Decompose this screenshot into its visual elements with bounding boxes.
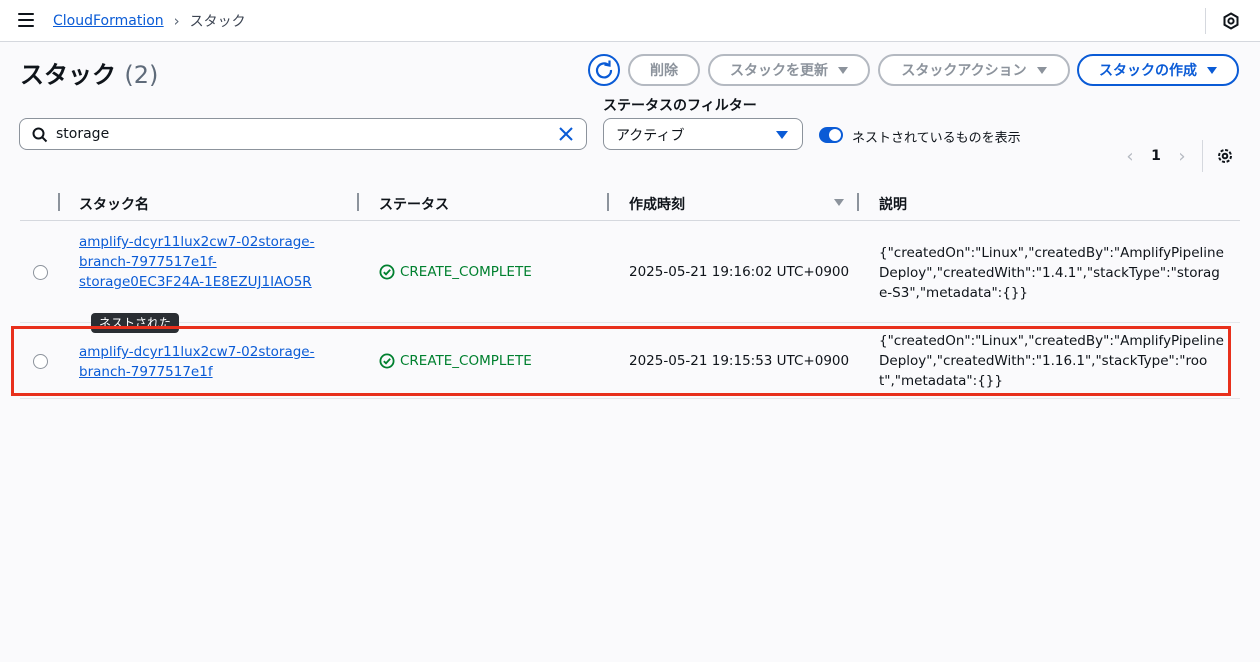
status-filter-value: アクティブ bbox=[616, 128, 685, 144]
pagination: ‹ 1 › bbox=[1120, 145, 1192, 167]
page-title: スタック (2) bbox=[20, 55, 158, 90]
menu-icon[interactable] bbox=[18, 13, 34, 27]
check-circle-icon bbox=[379, 353, 395, 369]
table-header: スタック名 ステータス 作成時刻 説明 bbox=[20, 185, 1240, 221]
column-header-status[interactable]: ステータス bbox=[379, 194, 449, 214]
stack-actions-button[interactable]: スタックアクション bbox=[878, 54, 1070, 86]
divider bbox=[1205, 8, 1206, 34]
create-stack-button[interactable]: スタックの作成 bbox=[1077, 54, 1239, 86]
page-number[interactable]: 1 bbox=[1140, 148, 1172, 164]
chevron-right-icon[interactable]: › bbox=[1172, 146, 1192, 167]
caret-down-icon bbox=[1207, 66, 1217, 74]
column-header-stack-name[interactable]: スタック名 bbox=[79, 194, 149, 214]
status-filter-select[interactable]: アクティブ bbox=[603, 118, 803, 150]
description: {"createdOn":"Linux","createdBy":"Amplif… bbox=[879, 245, 1224, 301]
row-select-radio[interactable] bbox=[33, 354, 48, 369]
status-cell: CREATE_COMPLETE bbox=[379, 353, 532, 369]
nested-toggle[interactable] bbox=[819, 127, 843, 143]
update-stack-button[interactable]: スタックを更新 bbox=[708, 54, 870, 86]
stack-name-link[interactable]: amplify-dcyr11lux2cw7-02storage-branch-7… bbox=[79, 232, 339, 292]
refresh-icon bbox=[595, 60, 613, 79]
stack-actions-label: スタックアクション bbox=[901, 63, 1027, 79]
status-text: CREATE_COMPLETE bbox=[400, 353, 532, 369]
create-stack-label: スタックの作成 bbox=[1099, 63, 1197, 79]
created-time: 2025-05-21 19:16:02 UTC+0900 bbox=[629, 264, 850, 280]
description: {"createdOn":"Linux","createdBy":"Amplif… bbox=[879, 333, 1224, 389]
column-divider[interactable] bbox=[357, 193, 359, 211]
search-icon bbox=[32, 127, 48, 143]
breadcrumb-current: スタック bbox=[189, 14, 246, 30]
table-row: amplify-dcyr11lux2cw7-02storage-branch-7… bbox=[20, 323, 1240, 399]
column-divider bbox=[58, 193, 60, 211]
column-header-created[interactable]: 作成時刻 bbox=[629, 194, 685, 214]
created-time: 2025-05-21 19:15:53 UTC+0900 bbox=[629, 353, 850, 369]
search-input[interactable] bbox=[56, 126, 536, 142]
update-stack-label: スタックを更新 bbox=[730, 63, 828, 79]
stack-name-link[interactable]: amplify-dcyr11lux2cw7-02storage-branch-7… bbox=[79, 342, 339, 382]
gear-icon[interactable] bbox=[1216, 147, 1234, 165]
caret-down-icon bbox=[1036, 66, 1047, 74]
breadcrumb-cloudformation-link[interactable]: CloudFormation bbox=[53, 13, 164, 29]
status-cell: CREATE_COMPLETE bbox=[379, 264, 532, 280]
column-divider[interactable] bbox=[607, 193, 609, 211]
chevron-left-icon[interactable]: ‹ bbox=[1120, 146, 1140, 167]
breadcrumb: CloudFormation › スタック bbox=[53, 11, 246, 31]
stack-count: (2) bbox=[124, 61, 159, 89]
sort-descending-icon[interactable] bbox=[834, 199, 844, 206]
refresh-button[interactable] bbox=[588, 54, 620, 86]
caret-down-icon bbox=[838, 66, 848, 74]
table-row: amplify-dcyr11lux2cw7-02storage-branch-7… bbox=[20, 221, 1240, 333]
check-circle-icon bbox=[379, 264, 395, 280]
search-field[interactable] bbox=[19, 118, 587, 150]
column-header-description[interactable]: 説明 bbox=[879, 194, 907, 214]
row-select-radio[interactable] bbox=[33, 265, 48, 280]
delete-button[interactable]: 削除 bbox=[628, 54, 700, 86]
nested-toggle-label: ネストされているものを表示 bbox=[852, 131, 1021, 146]
delete-button-label: 削除 bbox=[650, 63, 678, 79]
caret-down-icon bbox=[776, 131, 788, 139]
chevron-right-icon: › bbox=[173, 12, 180, 30]
close-icon[interactable] bbox=[558, 126, 574, 142]
divider bbox=[1202, 140, 1203, 172]
column-divider[interactable] bbox=[857, 193, 859, 211]
top-navigation: CloudFormation › スタック bbox=[0, 0, 1260, 42]
toggle-knob bbox=[829, 129, 841, 141]
page-title-text: スタック bbox=[20, 61, 116, 89]
notifications-icon[interactable] bbox=[1222, 12, 1240, 30]
status-text: CREATE_COMPLETE bbox=[400, 264, 532, 280]
status-filter-label: ステータスのフィルター bbox=[603, 98, 757, 114]
